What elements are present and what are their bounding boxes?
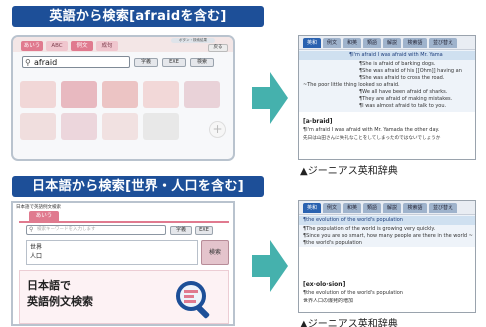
result-row[interactable]: ~The poor little thing looked so afraid. [303, 82, 473, 89]
tab-examples[interactable]: 例文 [71, 41, 93, 51]
app-tile[interactable] [61, 81, 97, 108]
result-tab-bar: 英和 例文 和英 類語 解説 検索語 並び替え [299, 36, 475, 50]
query-field[interactable]: 世界 人口 [26, 240, 198, 265]
result-row[interactable]: ¶She is afraid of barking dogs. [359, 61, 475, 68]
result-row[interactable]: ¶She was afraid to cross the road. [359, 75, 475, 82]
top-pill: ボタン・検索結果 [171, 38, 215, 43]
result-tab-bar: 英和 例文 和英 類語 解説 検索語 並び替え [299, 201, 475, 215]
entry-word: [ex·olo·sion] [303, 281, 346, 288]
search-icon: ⚲ [25, 58, 31, 67]
window-title: 日本語で英語例文検索 [16, 205, 61, 210]
entry-example-ja: 世界人口の爆発的増加 [303, 298, 354, 304]
jp-search-app-window: 日本語で英語例文検索 あいう ⚲ 検索キーワードを入力します 字義 EXE 世界… [11, 201, 235, 326]
tab-example[interactable]: 例文 [323, 203, 341, 213]
logo-title-line1: 日本語で [27, 279, 71, 292]
tab-kana[interactable]: あいう [21, 41, 43, 51]
result-row[interactable]: ¶Since you are so smart, how many people… [303, 233, 475, 240]
caption: ▲ジーニアス英和辞典 [300, 166, 398, 177]
entry-word: [a·braid] [303, 118, 333, 125]
tab-eiwa[interactable]: 英和 [303, 38, 321, 48]
tab-notes[interactable]: 解説 [383, 38, 401, 48]
kanji-button[interactable]: 字義 [170, 226, 192, 235]
back-button[interactable]: 戻る [208, 44, 228, 52]
search-value: afraid [34, 58, 58, 67]
keyword-placeholder: 検索キーワードを入力します [37, 227, 96, 232]
search-button[interactable]: 検索 [190, 58, 214, 67]
entry-example-en: ¶I'm afraid I was afraid with Mr. Yamada… [303, 127, 440, 133]
result-row-selected[interactable]: ¶the evolution of the world's population [299, 216, 475, 225]
app-tile[interactable] [20, 113, 56, 140]
kanji-button[interactable]: 字義 [134, 58, 158, 67]
tab-keyword[interactable]: 検索語 [403, 203, 427, 213]
arrow-right-icon [252, 240, 288, 292]
search-app-window: あいう ABC 例文 成句 ボタン・検索結果 戻る ⚲ afraid 字義 EX… [11, 35, 235, 161]
app-tile[interactable] [102, 113, 138, 140]
tab-sort[interactable]: 並び替え [429, 38, 457, 48]
arrow-right-icon [252, 72, 288, 124]
result-row-selected[interactable]: ¶I'm afraid I was afraid with Mr. Yama [299, 51, 475, 60]
tab-notes[interactable]: 解説 [383, 203, 401, 213]
result-screen: 英和 例文 和英 類語 解説 検索語 並び替え ¶I'm afraid I wa… [298, 35, 476, 160]
query-term-2: 人口 [30, 253, 43, 260]
tab-sort[interactable]: 並び替え [429, 203, 457, 213]
exe-button[interactable]: EXE [195, 226, 213, 235]
tab-abc[interactable]: ABC [46, 41, 68, 51]
tab-synonym[interactable]: 類語 [363, 203, 381, 213]
search-button[interactable]: 検索 [201, 240, 229, 265]
result-screen: 英和 例文 和英 類語 解説 検索語 並び替え ¶the evolution o… [298, 200, 476, 313]
result-row[interactable]: ¶We all have been afraid of sharks. [359, 89, 475, 96]
entry-example-ja: 先日は山田さんに失礼なことをしてしまったのではないでしょうか [303, 136, 441, 141]
result-row[interactable]: ¶They are afraid of making mistakes. [359, 96, 475, 103]
tab-waei[interactable]: 和英 [343, 38, 361, 48]
magnifier-icon [176, 281, 210, 319]
result-row[interactable]: ¶the world's population [303, 240, 475, 247]
section-heading: 日本語から検索[世界・人口を含む] [12, 176, 264, 197]
logo-title-line2: 英語例文検索 [27, 295, 93, 308]
tab-synonym[interactable]: 類語 [363, 38, 381, 48]
tab-strip [19, 221, 229, 223]
app-tile[interactable] [143, 113, 179, 140]
tab-keyword[interactable]: 検索語 [403, 38, 427, 48]
app-tile[interactable] [102, 81, 138, 108]
query-term-1: 世界 [30, 244, 43, 251]
entry-example-en: ¶the evolution of the world's population [303, 290, 403, 296]
search-input[interactable]: ⚲ afraid [22, 56, 130, 68]
section-heading: 英語から検索[afraidを含む] [12, 6, 264, 27]
keyword-input[interactable]: ⚲ 検索キーワードを入力します [26, 225, 166, 235]
tab-eiwa[interactable]: 英和 [303, 203, 321, 213]
result-row[interactable]: ¶The population of the world is growing … [303, 226, 475, 233]
tab-waei[interactable]: 和英 [343, 203, 361, 213]
app-tile[interactable] [143, 81, 179, 108]
tab-idioms[interactable]: 成句 [96, 41, 118, 51]
search-icon: ⚲ [29, 226, 34, 233]
caption: ▲ジーニアス英和辞典 [300, 319, 398, 327]
app-tile[interactable] [184, 81, 220, 108]
add-button[interactable]: + [209, 121, 226, 138]
exe-button[interactable]: EXE [162, 58, 186, 67]
app-tile[interactable] [20, 81, 56, 108]
result-row[interactable]: ¶She was afraid of his [[Ohm]] having an [359, 68, 475, 75]
tab-kana[interactable]: あいう [29, 211, 59, 221]
tab-example[interactable]: 例文 [323, 38, 341, 48]
result-row[interactable]: ¶I was almost afraid to talk to you. [359, 103, 475, 110]
app-tile[interactable] [61, 113, 97, 140]
